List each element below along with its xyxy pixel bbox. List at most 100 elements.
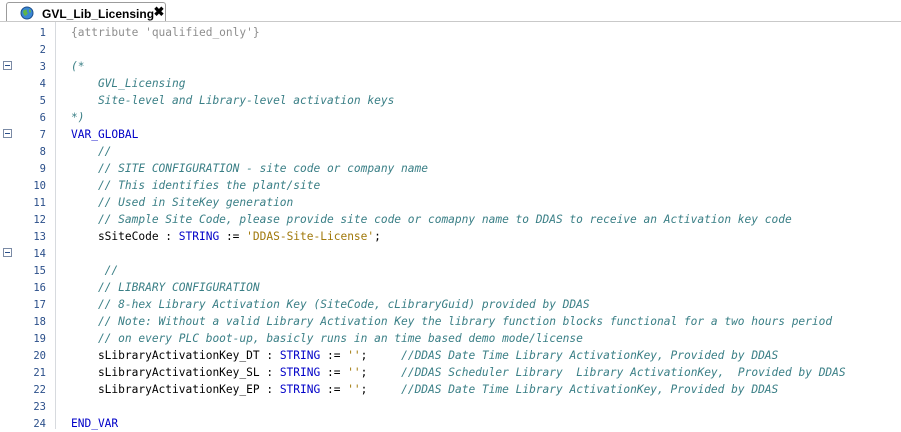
line-number: 14 xyxy=(33,248,46,260)
code-token: *) xyxy=(71,111,85,124)
code-line[interactable]: 7 VAR_GLOBAL xyxy=(0,126,901,143)
code-text: // xyxy=(71,145,111,158)
code-line[interactable]: 12 // Sample Site Code, please provide s… xyxy=(0,211,901,228)
line-number: 24 xyxy=(33,418,46,430)
tab-gvl-lib-licensing[interactable]: GVL_Lib_Licensing ✖ xyxy=(6,2,166,22)
code-text: // Sample Site Code, please provide site… xyxy=(71,213,792,226)
line-number: 8 xyxy=(39,146,46,158)
code-text: VAR_GLOBAL xyxy=(71,128,138,141)
line-number: 12 xyxy=(33,214,46,226)
code-line[interactable]: 8 // xyxy=(0,143,901,160)
code-text: END_VAR xyxy=(71,417,118,430)
code-token: STRING xyxy=(279,349,321,362)
code-line[interactable]: 21 sLibraryActivationKey_SL : STRING := … xyxy=(0,364,901,381)
line-number: 18 xyxy=(33,316,46,328)
code-token: // xyxy=(71,145,112,158)
code-line[interactable]: 9 // SITE CONFIGURATION - site code or c… xyxy=(0,160,901,177)
code-token: GVL_Licensing xyxy=(71,77,186,90)
code-line[interactable]: 14 xyxy=(0,245,901,262)
line-number: 23 xyxy=(33,401,46,413)
code-line[interactable]: 13 sSiteCode : STRING := 'DDAS-Site-Lice… xyxy=(0,228,901,245)
editor-tab-strip: GVL_Lib_Licensing ✖ xyxy=(0,0,901,22)
line-number: 10 xyxy=(33,180,46,192)
code-token: // xyxy=(71,264,119,277)
code-token: // Sample Site Code, please provide site… xyxy=(71,213,792,226)
code-line[interactable]: 16 // LIBRARY CONFIGURATION xyxy=(0,279,901,296)
line-number: 3 xyxy=(39,61,46,73)
fold-toggle-icon[interactable] xyxy=(3,248,12,257)
code-token: // Used in SiteKey generation xyxy=(71,196,294,209)
fold-toggle-icon[interactable] xyxy=(3,129,12,138)
code-token: sSiteCode : xyxy=(71,230,179,243)
code-text: {attribute 'qualified_only'} xyxy=(71,26,260,39)
code-token: ; xyxy=(374,230,381,243)
code-token: STRING xyxy=(279,383,321,396)
code-line[interactable]: 20 sLibraryActivationKey_DT : STRING := … xyxy=(0,347,901,364)
code-token: //DDAS Scheduler Library Library Activat… xyxy=(401,366,846,379)
code-line[interactable]: 6 *) xyxy=(0,109,901,126)
code-text: // on every PLC boot-up, basicly runs in… xyxy=(71,332,583,345)
code-token: '' xyxy=(347,366,361,379)
line-number: 4 xyxy=(39,78,46,90)
code-token: // Note: Without a valid Library Activat… xyxy=(71,315,833,328)
code-text: // xyxy=(71,264,118,277)
close-icon[interactable]: ✖ xyxy=(153,5,165,19)
code-line[interactable]: 4 GVL_Licensing xyxy=(0,75,901,92)
line-number: 11 xyxy=(33,197,46,209)
code-token: ; xyxy=(360,366,402,379)
code-text: *) xyxy=(71,111,84,124)
line-number: 6 xyxy=(39,112,46,124)
code-text: GVL_Licensing xyxy=(71,77,186,90)
line-number: 9 xyxy=(39,163,46,175)
code-token: END_VAR xyxy=(71,417,119,430)
code-text: // LIBRARY CONFIGURATION xyxy=(71,281,260,294)
line-number: 20 xyxy=(33,350,46,362)
code-token: sLibraryActivationKey_SL : xyxy=(71,366,280,379)
code-line[interactable]: 3 (* xyxy=(0,58,901,75)
line-number: 5 xyxy=(39,95,46,107)
code-line[interactable]: 5 Site-level and Library-level activatio… xyxy=(0,92,901,109)
code-line[interactable]: 1 {attribute 'qualified_only'} xyxy=(0,24,901,41)
line-number: 1 xyxy=(39,27,46,39)
code-token: //DDAS Date Time Library ActivationKey, … xyxy=(401,349,779,362)
code-line[interactable]: 18 // Note: Without a valid Library Acti… xyxy=(0,313,901,330)
code-line[interactable]: 15 // xyxy=(0,262,901,279)
code-token: := xyxy=(320,366,348,379)
code-text: sLibraryActivationKey_DT : STRING := '';… xyxy=(71,349,778,362)
code-line[interactable]: 24 END_VAR xyxy=(0,415,901,432)
code-token: := xyxy=(320,349,348,362)
line-number: 2 xyxy=(39,44,46,56)
code-line[interactable]: 22 sLibraryActivationKey_EP : STRING := … xyxy=(0,381,901,398)
code-token: Site-level and Library-level activation … xyxy=(71,94,395,107)
code-line[interactable]: 19 // on every PLC boot-up, basicly runs… xyxy=(0,330,901,347)
code-text: (* xyxy=(71,60,84,73)
code-token: // SITE CONFIGURATION - site code or com… xyxy=(71,162,428,175)
code-line[interactable]: 10 // This identifies the plant/site xyxy=(0,177,901,194)
line-number: 21 xyxy=(33,367,46,379)
line-number: 19 xyxy=(33,333,46,345)
line-number: 16 xyxy=(33,282,46,294)
code-editor[interactable]: 1 {attribute 'qualified_only'} 2 3 (* 4 GVL_L… xyxy=(0,22,901,432)
code-token: sLibraryActivationKey_EP : xyxy=(71,383,280,396)
code-token: sLibraryActivationKey_DT : xyxy=(71,349,280,362)
code-text: // 8-hex Library Activation Key (SiteCod… xyxy=(71,298,590,311)
code-line[interactable]: 11 // Used in SiteKey generation xyxy=(0,194,901,211)
code-text: // Note: Without a valid Library Activat… xyxy=(71,315,832,328)
code-token: '' xyxy=(347,383,361,396)
line-number: 13 xyxy=(33,231,46,243)
code-token: // This identifies the plant/site xyxy=(71,179,321,192)
code-text: Site-level and Library-level activation … xyxy=(71,94,394,107)
code-line[interactable]: 23 xyxy=(0,398,901,415)
code-text: sLibraryActivationKey_EP : STRING := '';… xyxy=(71,383,778,396)
code-token: // 8-hex Library Activation Key (SiteCod… xyxy=(71,298,590,311)
code-text: // This identifies the plant/site xyxy=(71,179,320,192)
code-token: // on every PLC boot-up, basicly runs in… xyxy=(71,332,583,345)
code-line[interactable]: 2 xyxy=(0,41,901,58)
code-token: // LIBRARY CONFIGURATION xyxy=(71,281,260,294)
code-line[interactable]: 17 // 8-hex Library Activation Key (Site… xyxy=(0,296,901,313)
fold-toggle-icon[interactable] xyxy=(3,61,12,70)
code-token: ; xyxy=(360,383,402,396)
code-token: VAR_GLOBAL xyxy=(71,128,139,141)
code-token: {attribute 'qualified_only'} xyxy=(71,26,260,39)
code-token: '' xyxy=(347,349,361,362)
